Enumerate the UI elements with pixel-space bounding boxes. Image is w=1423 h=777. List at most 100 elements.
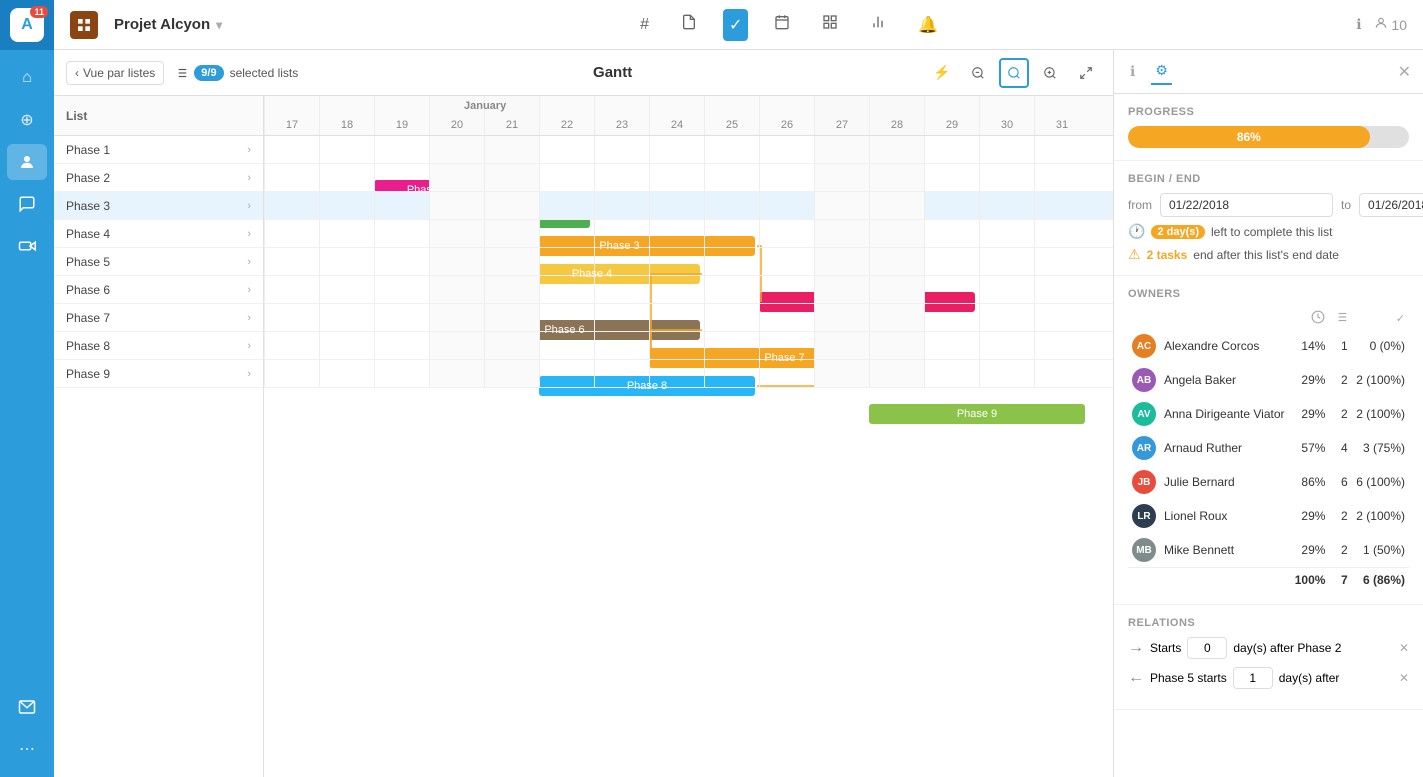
chart-cell <box>594 360 649 387</box>
chart-cell <box>814 220 869 247</box>
panel-close-button[interactable]: ✕ <box>1398 62 1411 82</box>
owner-row: AB Angela Baker 29% 2 2 (100%) <box>1128 363 1409 397</box>
tasks-warning-row: ⚠ 2 tasks end after this list's end date <box>1128 246 1409 263</box>
project-dropdown-icon[interactable]: ▾ <box>216 18 222 32</box>
days-left-text: left to complete this list <box>1211 225 1332 239</box>
user-count-icon[interactable]: 10 <box>1374 16 1407 33</box>
relation-close-button[interactable]: ✕ <box>1399 641 1409 655</box>
panel-info-tab[interactable]: ℹ <box>1126 59 1139 84</box>
zoom-out-button[interactable] <box>963 58 993 88</box>
relation-arrow-icon: ← <box>1128 669 1144 687</box>
relation-close-button[interactable]: ✕ <box>1399 671 1409 685</box>
owner-count[interactable]: 1 <box>1329 329 1351 363</box>
chart-cell <box>264 332 319 359</box>
hash-icon[interactable]: # <box>634 10 655 40</box>
info-header-icon[interactable]: ℹ <box>1356 16 1361 33</box>
video-icon[interactable] <box>7 228 47 264</box>
back-button[interactable]: ‹ Vue par listes <box>66 61 164 85</box>
chart-row <box>264 192 1113 220</box>
owner-count[interactable]: 2 <box>1329 533 1351 568</box>
chart-cell <box>1034 220 1089 247</box>
relations-section: RELATIONS → Starts day(s) after Phase 2 … <box>1114 605 1423 710</box>
search-gantt-button[interactable] <box>999 58 1029 88</box>
check-icon[interactable]: ✓ <box>723 9 748 41</box>
chart-area[interactable]: January 171819202122232425262728293031 P… <box>264 96 1113 777</box>
grid-icon[interactable] <box>816 8 844 41</box>
relation-value-input[interactable] <box>1187 637 1227 659</box>
list-item-arrow: › <box>247 228 251 240</box>
list-item-arrow: › <box>247 284 251 296</box>
list-item[interactable]: Phase 4› <box>54 220 263 248</box>
chart-cell <box>869 248 924 275</box>
relation-value-input[interactable] <box>1233 667 1273 689</box>
owner-pct: 29% <box>1290 533 1329 568</box>
zoom-in-button[interactable] <box>1035 58 1065 88</box>
owner-done: 2 (100%) <box>1352 363 1409 397</box>
search-icon[interactable]: ⊕ <box>7 102 47 138</box>
chart-cell <box>484 360 539 387</box>
day-cell: 18 <box>319 96 374 135</box>
gantt-title: Gantt <box>308 64 917 81</box>
warning-icon: ⚠ <box>1128 246 1141 263</box>
owner-count[interactable]: 2 <box>1329 397 1351 431</box>
col-count <box>1329 308 1351 329</box>
chart-cell <box>539 304 594 331</box>
relation-label: Phase 5 starts <box>1150 671 1227 685</box>
chart-cell <box>319 360 374 387</box>
list-items-container: Phase 1›Phase 2›Phase 3›Phase 4›Phase 5›… <box>54 136 263 388</box>
owner-count[interactable]: 2 <box>1329 363 1351 397</box>
col-done: ✓ <box>1352 308 1409 329</box>
gantt-bar[interactable]: Phase 9 <box>869 404 1085 424</box>
owner-name: Alexandre Corcos <box>1164 339 1259 353</box>
chart-cell <box>429 248 484 275</box>
list-item[interactable]: Phase 7› <box>54 304 263 332</box>
list-item[interactable]: Phase 1› <box>54 136 263 164</box>
chart-cell <box>539 360 594 387</box>
chart-cell <box>374 332 429 359</box>
expand-button[interactable] <box>1071 58 1101 88</box>
chart-cell <box>539 164 594 191</box>
day-cell: 27 <box>814 96 869 135</box>
chart-cell <box>374 276 429 303</box>
list-item[interactable]: Phase 2› <box>54 164 263 192</box>
owner-count[interactable]: 2 <box>1329 499 1351 533</box>
chart-cell <box>539 248 594 275</box>
mail-icon[interactable] <box>7 689 47 725</box>
project-icon <box>70 11 98 39</box>
list-item[interactable]: Phase 3› <box>54 192 263 220</box>
panel-settings-tab[interactable]: ⚙ <box>1151 58 1172 85</box>
owner-count[interactable]: 4 <box>1329 431 1351 465</box>
day-cell: 29 <box>924 96 979 135</box>
owner-count[interactable]: 6 <box>1329 465 1351 499</box>
chat-icon[interactable] <box>7 186 47 222</box>
chart-cell <box>814 332 869 359</box>
chart-cell <box>374 164 429 191</box>
chart-icon[interactable] <box>864 8 892 41</box>
list-item[interactable]: Phase 6› <box>54 276 263 304</box>
owners-section: OWNERS ✓ <box>1114 276 1423 605</box>
bolt-button[interactable]: ⚡ <box>927 58 957 88</box>
users-icon[interactable] <box>7 144 47 180</box>
list-item[interactable]: Phase 8› <box>54 332 263 360</box>
owner-row: JB Julie Bernard 86% 6 6 (100%) <box>1128 465 1409 499</box>
chart-cell <box>594 248 649 275</box>
owners-title: OWNERS <box>1128 288 1409 300</box>
sidebar-logo[interactable]: A 11 <box>0 0 54 50</box>
list-item[interactable]: Phase 5› <box>54 248 263 276</box>
owner-name-cell: AV Anna Dirigeante Viator <box>1128 397 1290 431</box>
calendar-icon[interactable] <box>768 8 796 41</box>
total-count: 7 <box>1329 568 1351 593</box>
doc-icon[interactable] <box>675 8 703 41</box>
more-icon[interactable]: ⋯ <box>7 731 47 767</box>
owners-tbody: AC Alexandre Corcos 14% 1 0 (0%) AB Ange… <box>1128 329 1409 592</box>
chart-cell <box>1034 276 1089 303</box>
chart-cell <box>704 304 759 331</box>
from-date-input[interactable] <box>1160 193 1333 217</box>
bell-icon[interactable]: 🔔 <box>912 9 944 41</box>
content-area: ‹ Vue par listes 9/9 selected lists Gant… <box>54 50 1423 777</box>
list-item[interactable]: Phase 9› <box>54 360 263 388</box>
chart-cell <box>594 220 649 247</box>
home-icon[interactable]: ⌂ <box>7 60 47 96</box>
sidebar-bottom: ⋯ <box>7 679 47 777</box>
to-date-input[interactable] <box>1359 193 1423 217</box>
